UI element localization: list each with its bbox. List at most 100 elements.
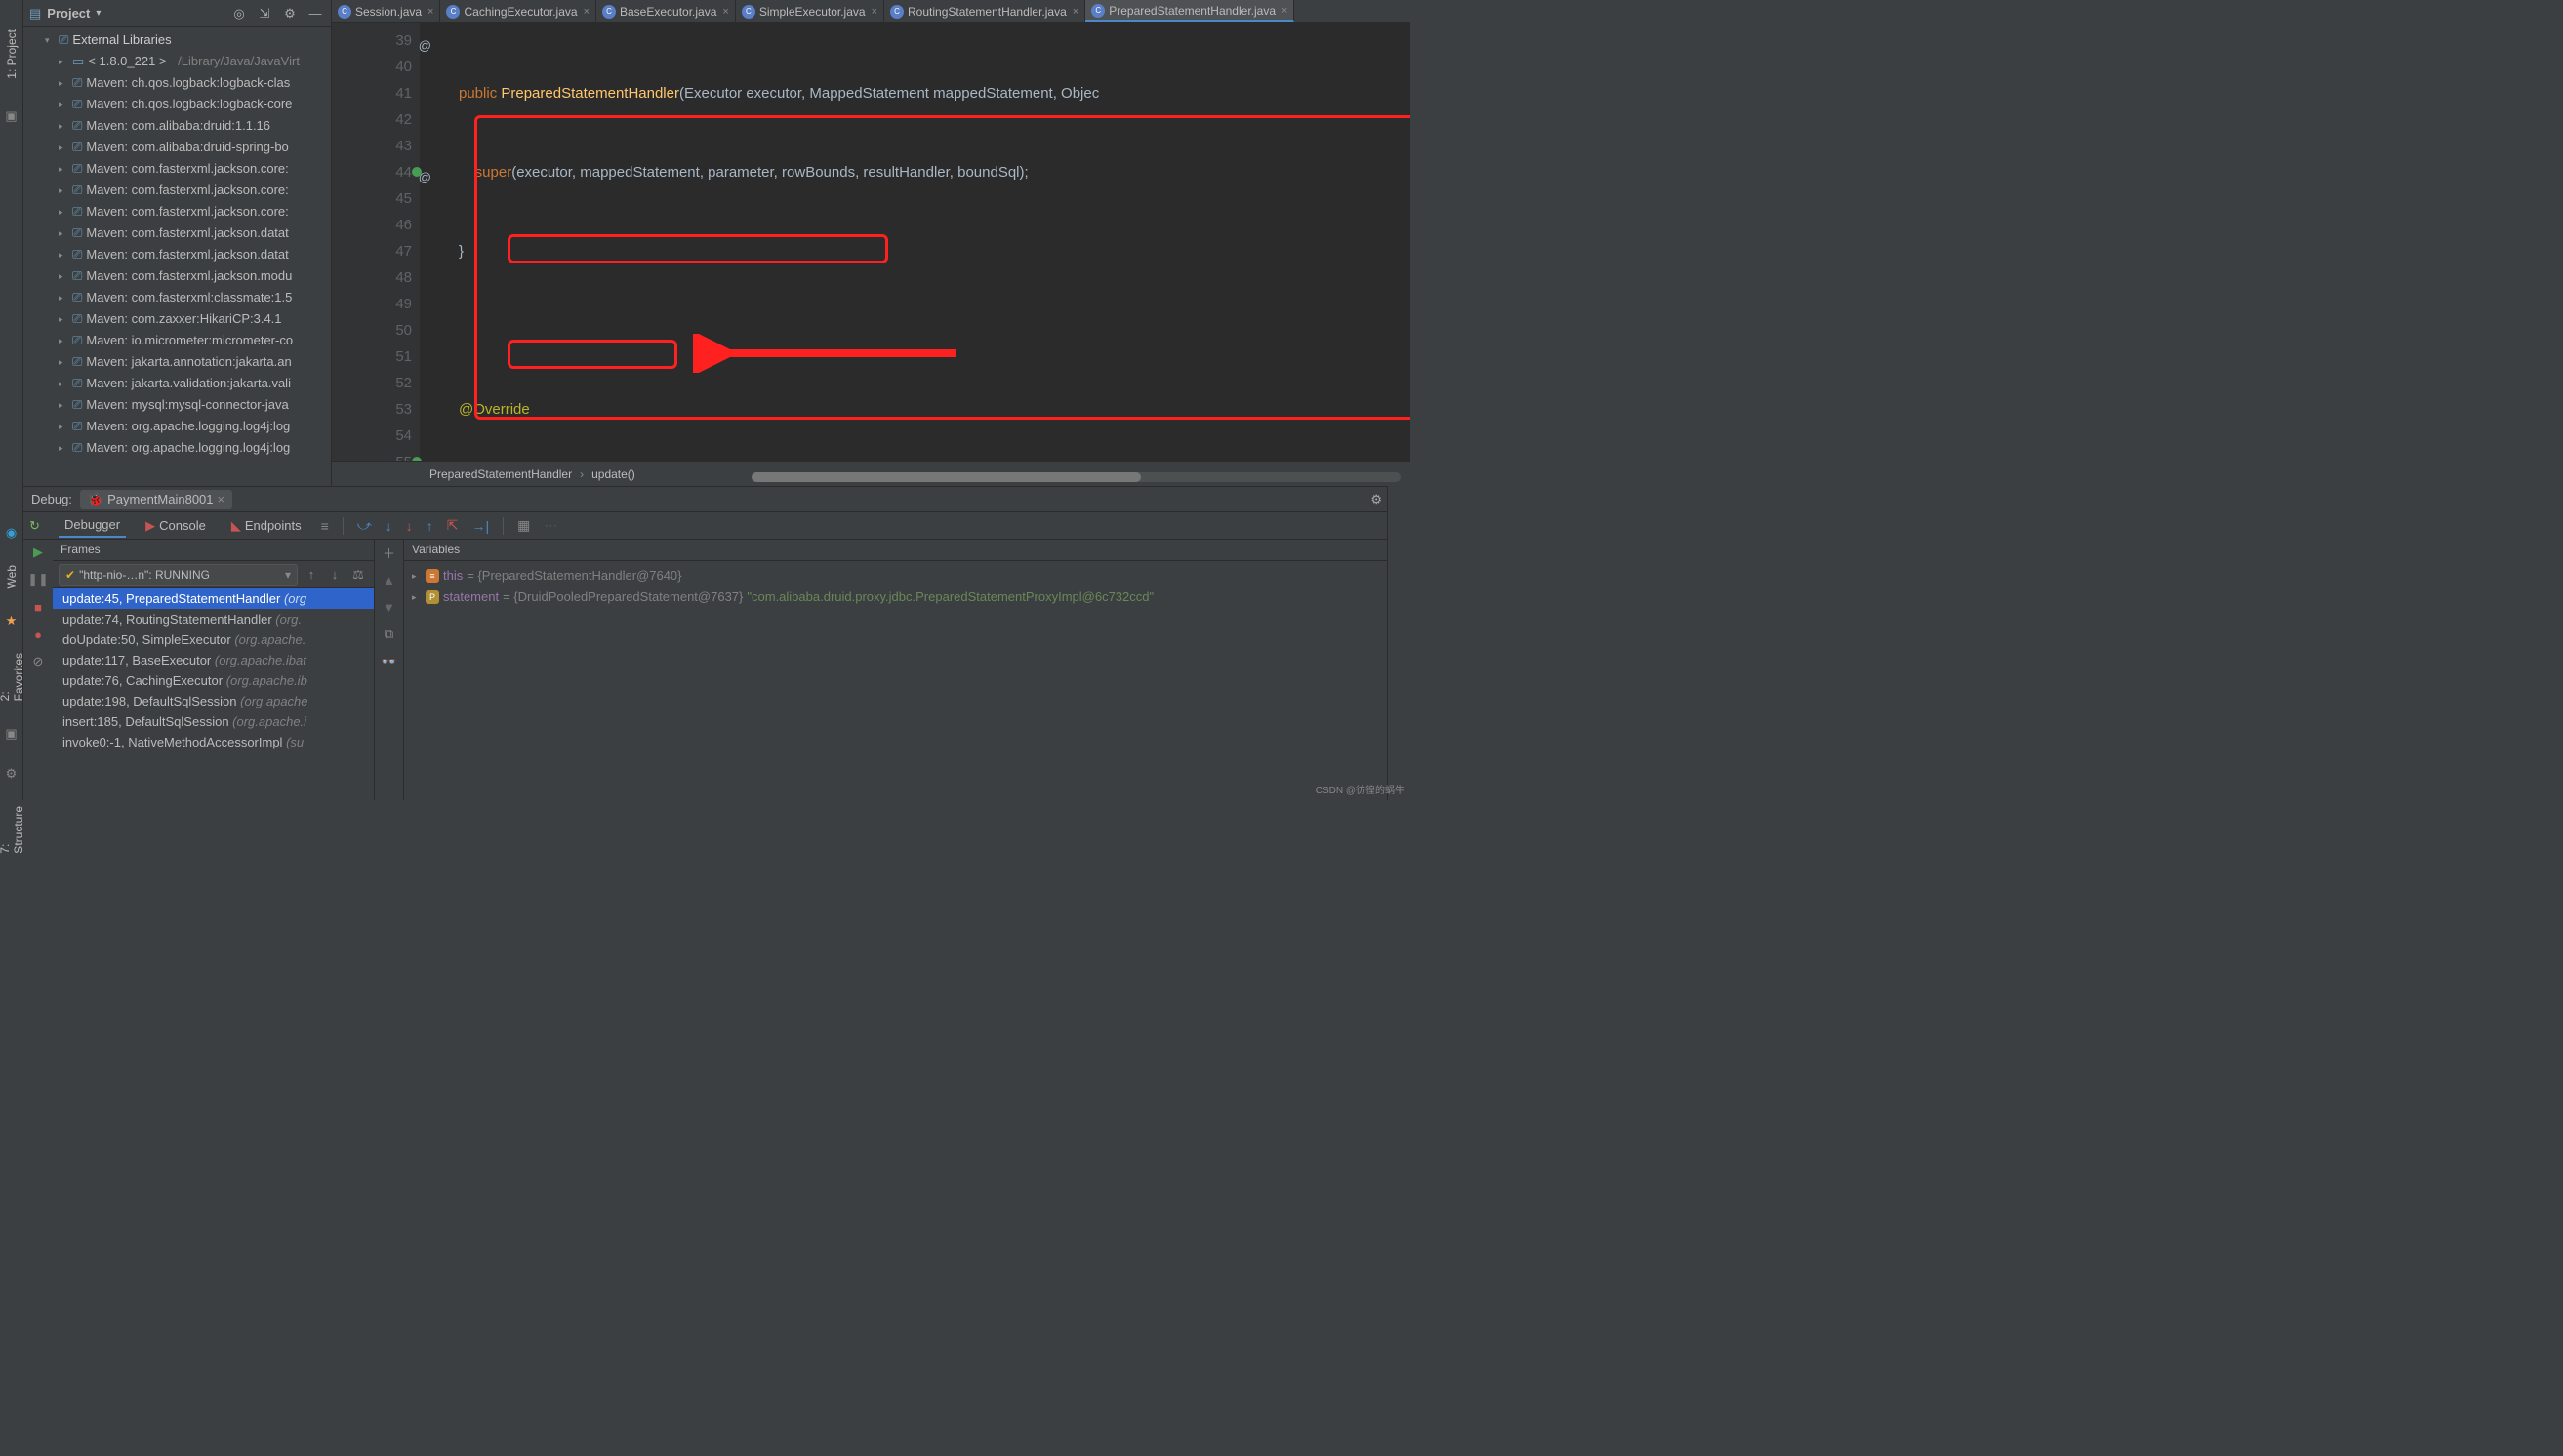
stack-frame[interactable]: update:117, BaseExecutor (org.apache.iba… [53,650,374,670]
stop-icon[interactable]: ■ [29,598,47,616]
horizontal-scrollbar[interactable] [752,472,1401,482]
library-node[interactable]: ▸⎚Maven: mysql:mysql-connector-java [23,394,331,416]
editor-tab[interactable]: CCachingExecutor.java× [440,0,596,22]
add-watch-icon[interactable]: ＋ [381,544,398,561]
expand-arrow-icon[interactable]: ▸ [59,394,68,416]
code-area[interactable]: public PreparedStatementHandler(Executor… [420,23,1410,461]
library-node[interactable]: ▸⎚Maven: com.fasterxml.jackson.datat [23,222,331,244]
favorites-tool-button[interactable]: 2: Favorites [0,653,25,701]
project-tree[interactable]: ▾ ⎚ External Libraries ▸ ▭ < 1.8.0_221 >… [23,27,331,461]
mute-breakpoints-icon[interactable]: ⊘ [29,653,47,670]
library-node[interactable]: ▸⎚Maven: ch.qos.logback:logback-clas [23,72,331,94]
expand-arrow-icon[interactable]: ▸ [59,137,68,158]
jdk-node[interactable]: ▸ ▭ < 1.8.0_221 > /Library/Java/JavaVirt [23,51,331,72]
prev-frame-icon[interactable]: ↑ [302,565,321,585]
drop-frame-icon[interactable]: ⇱ [447,517,459,534]
pause-icon[interactable]: ❚❚ [29,571,47,588]
evaluate-icon[interactable]: ▦ [517,517,530,534]
expand-arrow-icon[interactable]: ▸ [59,201,68,222]
editor-tab[interactable]: CSimpleExecutor.java× [736,0,884,22]
run-to-cursor-icon[interactable]: →| [472,518,490,534]
expand-arrow-icon[interactable]: ▸ [59,308,68,330]
library-node[interactable]: ▸⎚Maven: com.fasterxml.jackson.core: [23,180,331,201]
expand-arrow-icon[interactable]: ▸ [59,94,68,115]
library-node[interactable]: ▸⎚Maven: com.alibaba:druid:1.1.16 [23,115,331,137]
tab-debugger[interactable]: Debugger [59,513,126,538]
library-node[interactable]: ▸⎚Maven: com.fasterxml.jackson.core: [23,158,331,180]
gear-icon[interactable]: ⚙ [1370,492,1382,507]
expand-arrow-icon[interactable]: ▸ [59,373,68,394]
stack-frame[interactable]: update:76, CachingExecutor (org.apache.i… [53,670,374,691]
next-frame-icon[interactable]: ↓ [325,565,345,585]
library-node[interactable]: ▸⎚Maven: jakarta.validation:jakarta.vali [23,373,331,394]
stack-frame[interactable]: doUpdate:50, SimpleExecutor (org.apache. [53,629,374,650]
step-over-icon[interactable]: ⤻ [357,517,372,534]
down-icon[interactable]: ▼ [381,598,398,616]
filter-icon[interactable]: ⚖ [348,565,368,585]
project-view-dropdown[interactable]: ▾ [96,8,101,19]
collapse-icon[interactable]: ⇲ [255,4,274,23]
library-node[interactable]: ▸⎚Maven: org.apache.logging.log4j:log [23,416,331,437]
library-node[interactable]: ▸⎚Maven: com.alibaba:druid-spring-bo [23,137,331,158]
stack-frame[interactable]: update:74, RoutingStatementHandler (org. [53,609,374,629]
up-icon[interactable]: ▲ [381,571,398,588]
gear-icon[interactable]: ⚙ [280,4,300,23]
expand-arrow-icon[interactable]: ▸ [59,72,68,94]
close-icon[interactable]: × [427,6,433,18]
library-node[interactable]: ▸⎚Maven: com.fasterxml.jackson.modu [23,265,331,287]
expand-arrow-icon[interactable]: ▸ [59,115,68,137]
expand-arrow-icon[interactable]: ▸ [59,158,68,180]
close-icon[interactable]: × [872,6,877,18]
hide-icon[interactable]: — [305,4,325,23]
editor-breadcrumb[interactable]: PreparedStatementHandler › update() [332,461,1410,486]
editor-tab[interactable]: CRoutingStatementHandler.java× [884,0,1085,22]
library-node[interactable]: ▸⎚Maven: com.zaxxer:HikariCP:3.4.1 [23,308,331,330]
camera-icon[interactable]: ▣ [5,726,17,742]
library-node[interactable]: ▸⎚Maven: com.fasterxml:classmate:1.5 [23,287,331,308]
expand-arrow-icon[interactable]: ▸ [412,565,422,586]
expand-arrow-icon[interactable]: ▸ [59,180,68,201]
trace-icon[interactable]: ⋯ [544,517,557,534]
library-node[interactable]: ▸⎚Maven: jakarta.annotation:jakarta.an [23,351,331,373]
editor-gutter[interactable]: 39@4041424344@4546474849505152535455@ [332,23,420,461]
close-icon[interactable]: × [722,6,728,18]
project-view-title[interactable]: Project [47,6,90,20]
resume-icon[interactable]: ▶ [29,544,47,561]
threads-icon[interactable]: ≡ [321,518,329,534]
expand-arrow-icon[interactable]: ▸ [59,437,68,459]
structure-tool-button[interactable]: 7: Structure [0,806,25,854]
expand-arrow-icon[interactable]: ▸ [59,416,68,437]
close-icon[interactable]: × [218,492,225,506]
step-out-icon[interactable]: ↑ [427,518,433,534]
expand-arrow-icon[interactable]: ▸ [59,287,68,308]
tab-endpoints[interactable]: ◣Endpoints [225,514,307,538]
expand-arrow-icon[interactable]: ▸ [412,586,422,608]
stack-frame[interactable]: invoke0:-1, NativeMethodAccessorImpl (su [53,732,374,752]
expand-arrow-icon[interactable]: ▸ [59,265,68,287]
breadcrumb-method[interactable]: update() [591,467,635,481]
thread-selector[interactable]: ✔ "http-nio-…n": RUNNING ▾ [59,564,298,586]
rerun-icon[interactable]: ↻ [29,518,40,534]
library-node[interactable]: ▸⎚Maven: org.apache.logging.log4j:log [23,437,331,459]
breadcrumb-class[interactable]: PreparedStatementHandler [429,467,572,481]
tab-console[interactable]: ▶Console [140,514,212,538]
run-configuration[interactable]: 🐞 PaymentMain8001 × [80,490,232,509]
external-libraries-node[interactable]: ▾ ⎚ External Libraries [23,29,331,51]
close-icon[interactable]: × [1073,6,1078,18]
frames-list[interactable]: update:45, PreparedStatementHandler (org… [53,588,374,800]
expand-arrow-icon[interactable]: ▸ [59,222,68,244]
expand-arrow-icon[interactable]: ▾ [45,29,55,51]
stack-frame[interactable]: update:198, DefaultSqlSession (org.apach… [53,691,374,711]
close-icon[interactable]: × [584,6,590,18]
target-icon[interactable]: ◎ [229,4,249,23]
stack-frame[interactable]: update:45, PreparedStatementHandler (org [53,588,374,609]
variable-row[interactable]: ▸ ≡ this = {PreparedStatementHandler@764… [412,565,1403,586]
expand-arrow-icon[interactable]: ▸ [59,244,68,265]
view-breakpoints-icon[interactable]: ● [29,626,47,643]
expand-arrow-icon[interactable]: ▸ [59,51,68,72]
close-icon[interactable]: × [1282,5,1287,17]
project-tool-button[interactable]: 1: Project [5,29,19,79]
library-node[interactable]: ▸⎚Maven: ch.qos.logback:logback-core [23,94,331,115]
glasses-icon[interactable]: 👓 [381,653,398,670]
editor-tab[interactable]: CPreparedStatementHandler.java× [1085,0,1294,22]
